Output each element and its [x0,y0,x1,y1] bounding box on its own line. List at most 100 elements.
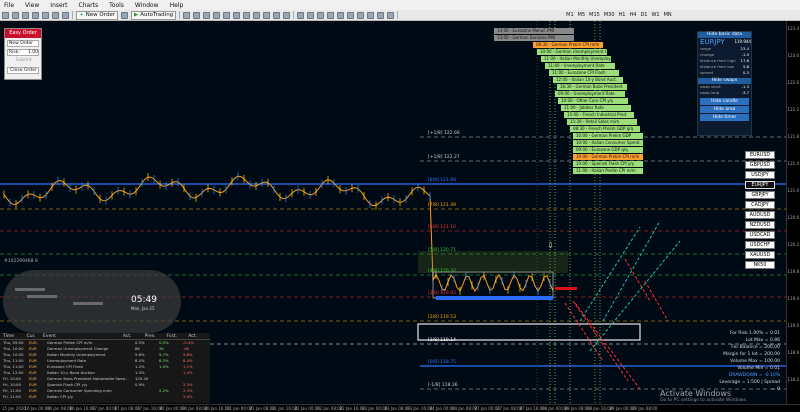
news-event-label[interactable]: 11:00 - Italian Monthly Unemploy. [541,56,611,62]
horizontal-line-icon[interactable] [327,11,335,19]
news-event-label[interactable]: 09:00 - Unemployment Rate [555,91,625,97]
indicators-icon[interactable] [263,11,271,19]
candlestick-icon[interactable] [193,11,201,19]
auto-scroll-icon[interactable] [243,11,251,19]
periods-icon[interactable] [273,11,281,19]
new-order-button[interactable]: + New Order [76,10,118,20]
auto-trading-button[interactable]: ▶ AutoTrading [130,10,177,20]
navigator-icon[interactable] [42,11,49,19]
price-axis[interactable]: 123.4 123.0 122.6 122.2 121.8 121.4 121.0 120.6… [786,21,800,404]
timeframe-m30[interactable]: M30 [604,12,615,18]
hide-timer-button[interactable]: Hide timer [700,114,749,121]
menu-item-file[interactable]: File [2,2,16,9]
news-event-label[interactable]: 15:00 - French Industrial Prod. [564,112,634,118]
timeframe-h4[interactable]: H4 [630,12,637,18]
templates-icon[interactable] [283,11,291,19]
symbol-button-gbpusd[interactable]: GBPUSD [745,161,775,169]
news-event-label[interactable]: 08:30 - French Prelim GDP q/q [570,126,640,132]
hide-area-button[interactable]: Hide area [700,106,749,113]
menu-item-charts[interactable]: Charts [77,2,101,9]
calendar-rows: Thu, 09:00 EUR German Prelim CPI m/m 0.5% 0.… [0,340,210,400]
news-event-label[interactable]: 09:00 - Eurozone GDP q/q [573,147,643,153]
tile-windows-icon[interactable] [233,11,241,19]
zoom-out-icon[interactable] [223,11,231,19]
symbol-button-nk50[interactable]: NK50 [745,261,775,269]
menu-item-tools[interactable]: Tools [107,2,126,9]
news-event-label[interactable]: 15:30 - Retail Sales m/m [567,119,637,125]
news-event-label[interactable]: 11:00 - Italian Prelim CPI m/m [573,168,643,174]
symbol-button-usdjpy[interactable]: USDJPY [745,171,775,179]
new-chart-icon[interactable] [2,11,9,19]
symbol-button-usdcad[interactable]: USDCAD [745,231,775,239]
chart-shift-icon[interactable] [253,11,261,19]
symbol-price: 119.944 [734,39,751,44]
symbol-button-cadjpy[interactable]: CADJPY [745,201,775,209]
crosshair-icon[interactable] [307,11,315,19]
bar-chart-icon[interactable] [183,11,191,19]
menu-item-view[interactable]: View [23,2,41,9]
timeframe-m15[interactable]: M15 [589,12,600,18]
murrey-level-label: [-1/8] 118.36 [428,383,458,388]
timeframe-mn[interactable]: MN [664,12,672,18]
news-event-label[interactable]: 10:00 - German Unemployment Chan [537,49,607,55]
news-event-label[interactable]: 16:30 - German Bubs President [557,84,627,90]
trendline-icon[interactable] [337,11,345,19]
chart-label: #102299468 8 [4,259,38,264]
news-event-label[interactable]: 11:00 - Jobless Rate [561,105,631,111]
submit-button[interactable]: Submit [7,58,39,65]
news-event-label[interactable]: 10:00 - German Prelim CPI m/m [573,154,643,160]
data-window-icon[interactable] [32,11,39,19]
calculator-line: Volume Max = 100.00 [730,359,780,364]
symbol-button-gbpjpy[interactable]: GBPJPY [745,191,775,199]
timeframe-d1[interactable]: D1 [640,12,647,18]
arrows-icon[interactable] [387,11,395,19]
timeframe-m5[interactable]: M5 [578,12,586,18]
text-label-icon[interactable] [377,11,385,19]
equidistant-channel-icon[interactable] [347,11,355,19]
time-axis[interactable]: 15 Jan 2020 16 Jan 00:00 16 Jan 08:00 16 Ja… [0,404,800,412]
symbol-button-eurusd[interactable]: EURUSD [745,151,775,159]
symbol-button-eurjpy[interactable]: EURJPY [745,181,775,189]
news-event-label[interactable]: 10:00 - Spanish Flash CPI y/y [573,161,643,167]
symbol-button-usdchf[interactable]: USDCHF [745,241,775,249]
hide-candle-button[interactable]: Hide candle [700,98,749,105]
text-icon[interactable] [367,11,375,19]
news-event-label[interactable]: 10:00 - Italian Consumer Spend. [573,140,643,146]
close-order-button[interactable]: Close Order [7,67,39,74]
time-tick-label: 29 Jan 08:00 [632,406,658,411]
strategy-tester-icon[interactable] [62,11,69,19]
symbol-button-nzdusd[interactable]: NZDUSD [745,221,775,229]
symbol-button-audusd[interactable]: AUDUSD [745,211,775,219]
vertical-line-icon[interactable] [317,11,325,19]
calculator-line: Margin for 1 lot = 200.00 [723,352,780,357]
news-event-label[interactable]: 08:30 - German Prelim CPI m/m [533,42,603,48]
zoom-in-icon[interactable] [213,11,221,19]
risk-value[interactable]: 1.00 [28,50,38,55]
cursor-icon[interactable] [297,11,305,19]
calendar-row[interactable]: Fri, 11:00 EUR Italian CPI y/y 2.0% [0,394,210,400]
news-event-label[interactable]: 13:00 - German Services PMI [494,35,574,41]
fibonacci-icon[interactable] [357,11,365,19]
market-watch-icon[interactable] [22,11,29,19]
menu-item-help[interactable]: Help [168,2,186,9]
order-type-select[interactable]: New Order [7,40,39,47]
terminal-icon[interactable] [52,11,59,19]
news-event-label[interactable]: 11:00 - Unemployment Rate [545,63,615,69]
news-event-label[interactable]: 13:00 - Eurozone Manuf. PMI [494,28,574,34]
risk-field[interactable]: Risk: 1.00 [7,49,39,56]
world-session-map: 05:49 Mon, Jan 25 [3,270,181,333]
profiles-icon[interactable] [12,11,19,19]
menu-item-insert[interactable]: Insert [48,2,69,9]
news-event-label[interactable]: 12:00 - Italian 10-y Bond Auct. [553,77,623,83]
metaeditor-icon[interactable] [120,11,128,19]
timeframe-w1[interactable]: W1 [651,12,659,18]
session-bar [15,288,45,291]
menu-item-window[interactable]: Window [133,2,161,9]
symbol-button-xauusd[interactable]: XAUUSD [745,251,775,259]
line-chart-icon[interactable] [203,11,211,19]
timeframe-h1[interactable]: H1 [619,12,626,18]
news-event-label[interactable]: 10:00 - German Prelim GDP [573,133,643,139]
news-event-label[interactable]: 11:00 - Eurozone CPI Flash [549,70,619,76]
timeframe-m1[interactable]: M1 [566,12,574,18]
news-event-label[interactable]: 10:00 - Other Core CPI y/y [558,98,628,104]
